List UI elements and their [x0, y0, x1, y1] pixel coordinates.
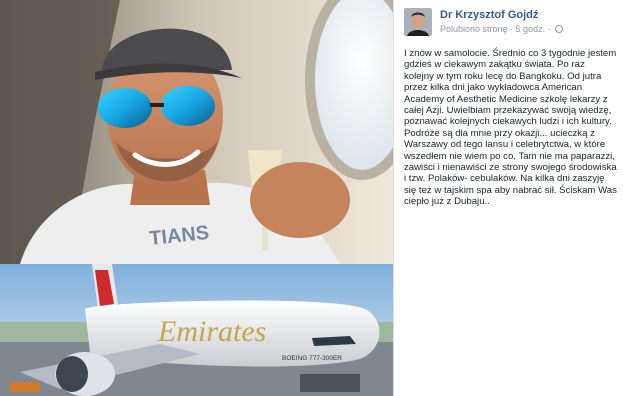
globe-icon [555, 25, 564, 33]
post-panel: Dr Krzysztof Gojdź Polubiono stronę · 5 … [393, 0, 623, 396]
avatar[interactable] [404, 8, 432, 36]
selfie-photo[interactable]: TIANS [0, 0, 393, 264]
post-media: TIANS Emirates BOEING 777-300ER [0, 0, 393, 396]
airplane-registration-text: BOEING 777-300ER [282, 355, 342, 362]
post-meta: Polubiono stronę · 5 godz. · [440, 24, 564, 34]
airplane-livery-text: Emirates [157, 315, 266, 348]
author-name[interactable]: Dr Krzysztof Gojdź [440, 9, 538, 21]
airplane-photo[interactable]: Emirates BOEING 777-300ER [0, 264, 393, 396]
post-text: I znów w samolocie. Średnio co 3 tygodni… [404, 48, 617, 208]
post-header: Dr Krzysztof Gojdź Polubiono stronę · 5 … [404, 8, 619, 38]
post-meta-text[interactable]: Polubiono stronę · 5 godz. · [440, 24, 551, 34]
